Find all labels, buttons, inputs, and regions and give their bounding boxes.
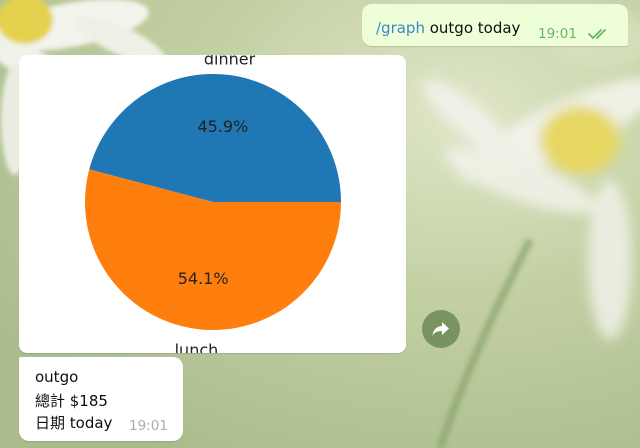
share-arrow-icon bbox=[432, 322, 449, 336]
message-time: 19:01 bbox=[129, 418, 168, 434]
image-message[interactable]: 45.9% dinner 54.1% lunch bbox=[19, 55, 406, 353]
outgoing-message[interactable]: /graph outgo today 19:01 bbox=[362, 4, 628, 46]
double-check-icon bbox=[588, 29, 606, 39]
command-link[interactable]: /graph bbox=[376, 19, 425, 37]
pie-percent-label: 45.9% bbox=[197, 117, 248, 136]
pie-percent-label: 54.1% bbox=[178, 269, 229, 288]
pie-chart: 45.9% dinner 54.1% lunch bbox=[84, 55, 341, 353]
summary-title: outgo bbox=[35, 368, 79, 386]
pie-category-label: dinner bbox=[204, 55, 256, 68]
message-time: 19:01 bbox=[538, 26, 577, 42]
pie-category-label: lunch bbox=[175, 341, 219, 353]
message-text: /graph outgo today bbox=[376, 19, 520, 37]
summary-date: 日期 today bbox=[35, 414, 113, 432]
incoming-message[interactable]: outgo 總計 $185 日期 today 19:01 bbox=[19, 357, 183, 441]
command-args: outgo today bbox=[424, 19, 521, 37]
summary-total: 總計 $185 bbox=[35, 392, 108, 410]
forward-button[interactable] bbox=[422, 310, 460, 348]
